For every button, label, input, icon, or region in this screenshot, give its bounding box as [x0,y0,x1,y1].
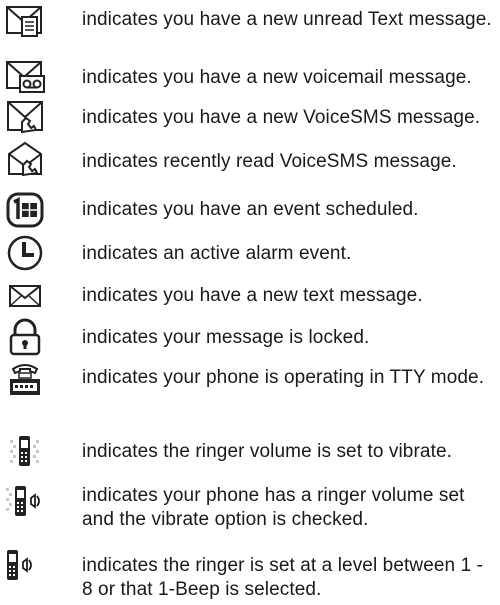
voicemail-icon [4,58,46,96]
lock-icon [4,318,46,356]
legend-description: indicates you have a new text message. [82,285,423,306]
legend-description: indicates you have a new unread Text mes… [82,9,492,30]
new-text-message-icon [4,2,46,40]
legend-description: indicates your message is locked. [82,327,370,348]
legend-description: indicates the ringer is set at a level b… [82,555,484,600]
legend-description: indicates recently read VoiceSMS message… [82,151,457,172]
new-voicesms-icon [4,98,46,136]
tty-icon [4,360,46,398]
read-voicesms-icon [4,140,46,178]
legend-description: indicates an active alarm event. [82,243,352,264]
ringer-icon [4,548,46,586]
legend-description: indicates you have a new VoiceSMS messag… [82,107,481,128]
legend-description: indicates the ringer volume is set to vi… [82,441,452,462]
legend-description: indicates your phone is operating in TTY… [82,367,485,388]
vibrate-icon [4,432,46,470]
legend-description: indicates your phone has a ringer volume… [82,485,465,530]
envelope-icon [4,276,46,314]
legend-description: indicates you have an event scheduled. [82,199,419,220]
event-scheduled-icon [4,191,46,229]
legend-description: indicates you have a new voicemail messa… [82,67,472,88]
alarm-clock-icon [4,234,46,272]
ringer-vibrate-icon [4,482,46,520]
